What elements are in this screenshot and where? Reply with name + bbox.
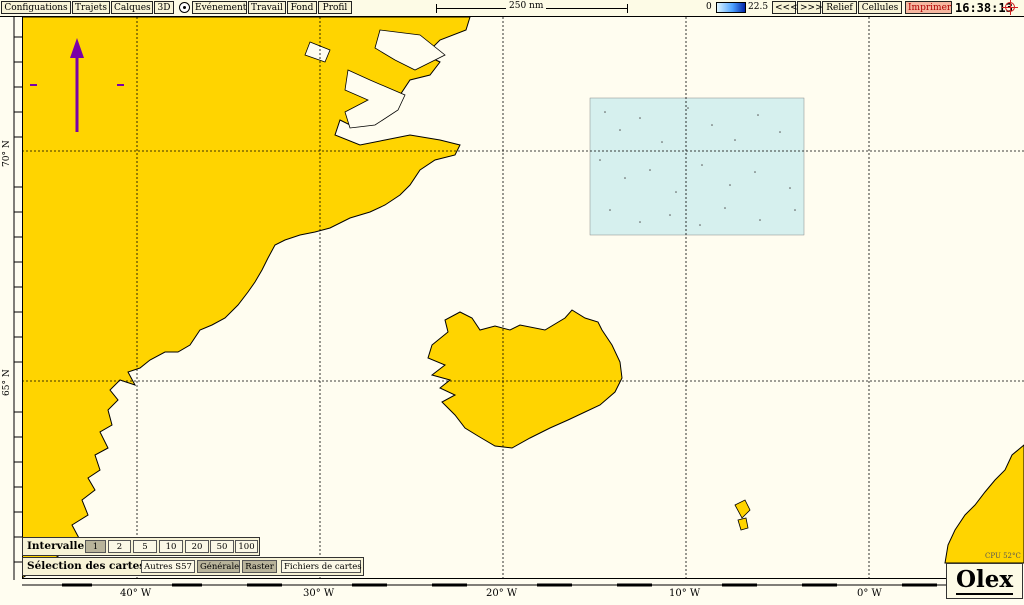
olex-logo[interactable]: Olex xyxy=(946,563,1023,599)
next-button[interactable]: >>> xyxy=(797,1,823,14)
menu-3d[interactable]: 3D xyxy=(154,1,174,14)
print-button[interactable]: Imprimer xyxy=(905,1,952,14)
interval-2-button[interactable]: 2 xyxy=(108,540,131,553)
depth-color-scale[interactable] xyxy=(716,2,746,13)
lat-label-70: 70° N xyxy=(2,140,12,167)
interval-5-button[interactable]: 5 xyxy=(133,540,157,553)
sun-icon[interactable] xyxy=(1002,0,1018,15)
top-menu-bar: Configuations Trajets Calques 3D Evéneme… xyxy=(0,0,1024,17)
interval-panel: Intervalle 1 2 5 10 20 50 100 xyxy=(22,537,260,556)
longitude-ruler xyxy=(22,578,946,601)
generale-button[interactable]: Générale xyxy=(197,560,240,573)
menu-trajets[interactable]: Trajets xyxy=(72,1,110,14)
lon-label-40w: 40° W xyxy=(120,588,152,599)
lon-label-10w: 10° W xyxy=(669,588,701,599)
cells-button[interactable]: Cellules xyxy=(858,1,902,14)
chart-selection-title: Sélection des cartes xyxy=(27,560,146,572)
interval-50-button[interactable]: 50 xyxy=(210,540,234,553)
interval-1-button[interactable]: 1 xyxy=(85,540,106,553)
menu-fond[interactable]: Fond xyxy=(287,1,317,14)
raster-chart-patch xyxy=(589,97,805,236)
chart-selection-panel: Sélection des cartes Autres S57 Générale… xyxy=(22,557,364,576)
scale-label: 250 nm xyxy=(506,1,547,11)
chart-files-button[interactable]: Fichiers de cartes xyxy=(281,560,362,573)
scale-bar: 250 nm xyxy=(436,1,628,14)
chart-map[interactable] xyxy=(0,17,1024,600)
cpu-temperature: CPU 52°C xyxy=(985,552,1021,560)
raster-button[interactable]: Raster xyxy=(242,560,277,573)
interval-10-button[interactable]: 10 xyxy=(159,540,183,553)
menu-configurations[interactable]: Configuations xyxy=(1,1,71,14)
lat-label-65: 65° N xyxy=(2,369,12,396)
lon-label-20w: 20° W xyxy=(486,588,518,599)
latitude-ruler xyxy=(0,17,23,580)
menu-travail[interactable]: Travail xyxy=(248,1,286,14)
prev-button[interactable]: <<< xyxy=(772,1,798,14)
menu-profil[interactable]: Profil xyxy=(318,1,352,14)
autres-s57-button[interactable]: Autres S57 xyxy=(141,560,195,573)
interval-100-button[interactable]: 100 xyxy=(235,540,258,553)
depth-min-label: 0 xyxy=(706,2,712,12)
menu-calques[interactable]: Calques xyxy=(111,1,153,14)
menu-evenement[interactable]: Evénement xyxy=(192,1,247,14)
lon-label-30w: 30° W xyxy=(303,588,335,599)
depth-max-label: 22.5 xyxy=(748,2,769,12)
interval-title: Intervalle xyxy=(27,540,85,552)
interval-20-button[interactable]: 20 xyxy=(185,540,209,553)
lon-label-0w: 0° W xyxy=(857,588,882,599)
target-icon[interactable] xyxy=(179,2,190,13)
relief-button[interactable]: Relief xyxy=(822,1,857,14)
olex-logo-text: Olex xyxy=(955,566,1014,595)
